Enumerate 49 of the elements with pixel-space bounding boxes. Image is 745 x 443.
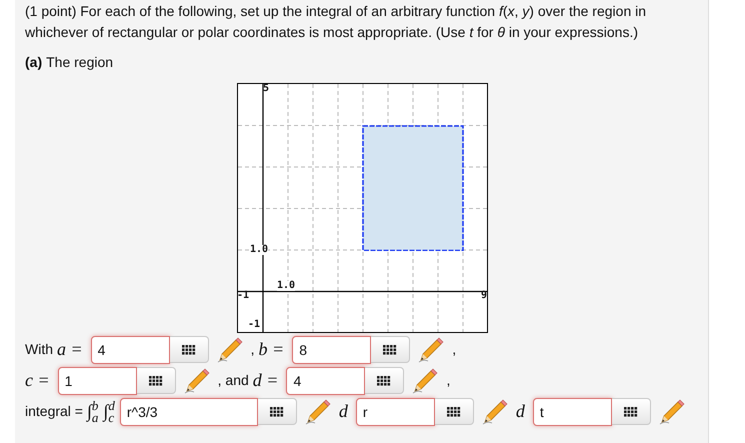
keypad-icon xyxy=(377,376,392,386)
keypad-button[interactable] xyxy=(170,336,209,363)
math-label: b = xyxy=(258,338,284,361)
keypad-icon xyxy=(624,406,638,416)
part-text: The region xyxy=(46,53,114,72)
axis-label: -1 xyxy=(237,289,250,303)
answer-field[interactable]: 4 xyxy=(286,366,366,394)
keypad-icon xyxy=(270,406,284,416)
label-text: , xyxy=(250,340,255,359)
label-text: , xyxy=(446,371,450,390)
math-label: c = xyxy=(25,369,50,392)
answer-field[interactable]: 4 xyxy=(90,336,170,364)
math-label: a = xyxy=(57,338,83,361)
keypad-icon xyxy=(383,344,398,354)
pencil-icon[interactable] xyxy=(418,336,444,362)
part-label: (a) xyxy=(25,53,42,72)
label-text: With xyxy=(25,340,53,359)
pencil-icon[interactable] xyxy=(304,398,331,424)
answer-field[interactable]: r xyxy=(356,398,435,426)
pencil-icon[interactable] xyxy=(412,368,438,394)
label-text: integral = xyxy=(25,402,83,421)
keypad-button[interactable] xyxy=(258,398,297,425)
problem-text: (1 point) For each of the following, set up the integral of an arbitrary function f(x, y) over the region in whichever of rectangular or polar coordinates is most appropriate. (Use t for θ in your expressions.) xyxy=(25,2,648,42)
answer-field[interactable]: t xyxy=(532,398,612,426)
pencil-icon[interactable] xyxy=(658,398,685,424)
math-label: d xyxy=(338,400,348,423)
answer-field[interactable]: 1 xyxy=(58,366,137,394)
label-text: , xyxy=(452,340,456,359)
keypad-button[interactable] xyxy=(612,398,651,425)
label-text: , and xyxy=(218,371,249,390)
axis-label: -1 xyxy=(248,318,260,332)
keypad-button[interactable] xyxy=(136,367,176,394)
keypad-icon xyxy=(446,406,461,416)
keypad-icon xyxy=(148,376,163,386)
math-label: d xyxy=(516,400,525,423)
answer-field[interactable]: 8 xyxy=(292,336,372,364)
axis-label: 9 xyxy=(480,289,487,303)
keypad-button[interactable] xyxy=(365,367,404,394)
pencil-icon[interactable] xyxy=(184,368,210,394)
answer-field[interactable]: r^3/3 xyxy=(120,398,258,426)
keypad-icon xyxy=(182,344,196,354)
axis-label: 5 xyxy=(263,82,270,96)
pencil-icon[interactable] xyxy=(216,336,243,362)
keypad-button[interactable] xyxy=(434,398,474,425)
tick-label: 1.0 xyxy=(250,245,268,255)
tick-label: 1.0 xyxy=(277,281,296,291)
keypad-button[interactable] xyxy=(371,336,410,363)
math-label: d = xyxy=(252,369,278,392)
pencil-icon[interactable] xyxy=(482,398,508,424)
